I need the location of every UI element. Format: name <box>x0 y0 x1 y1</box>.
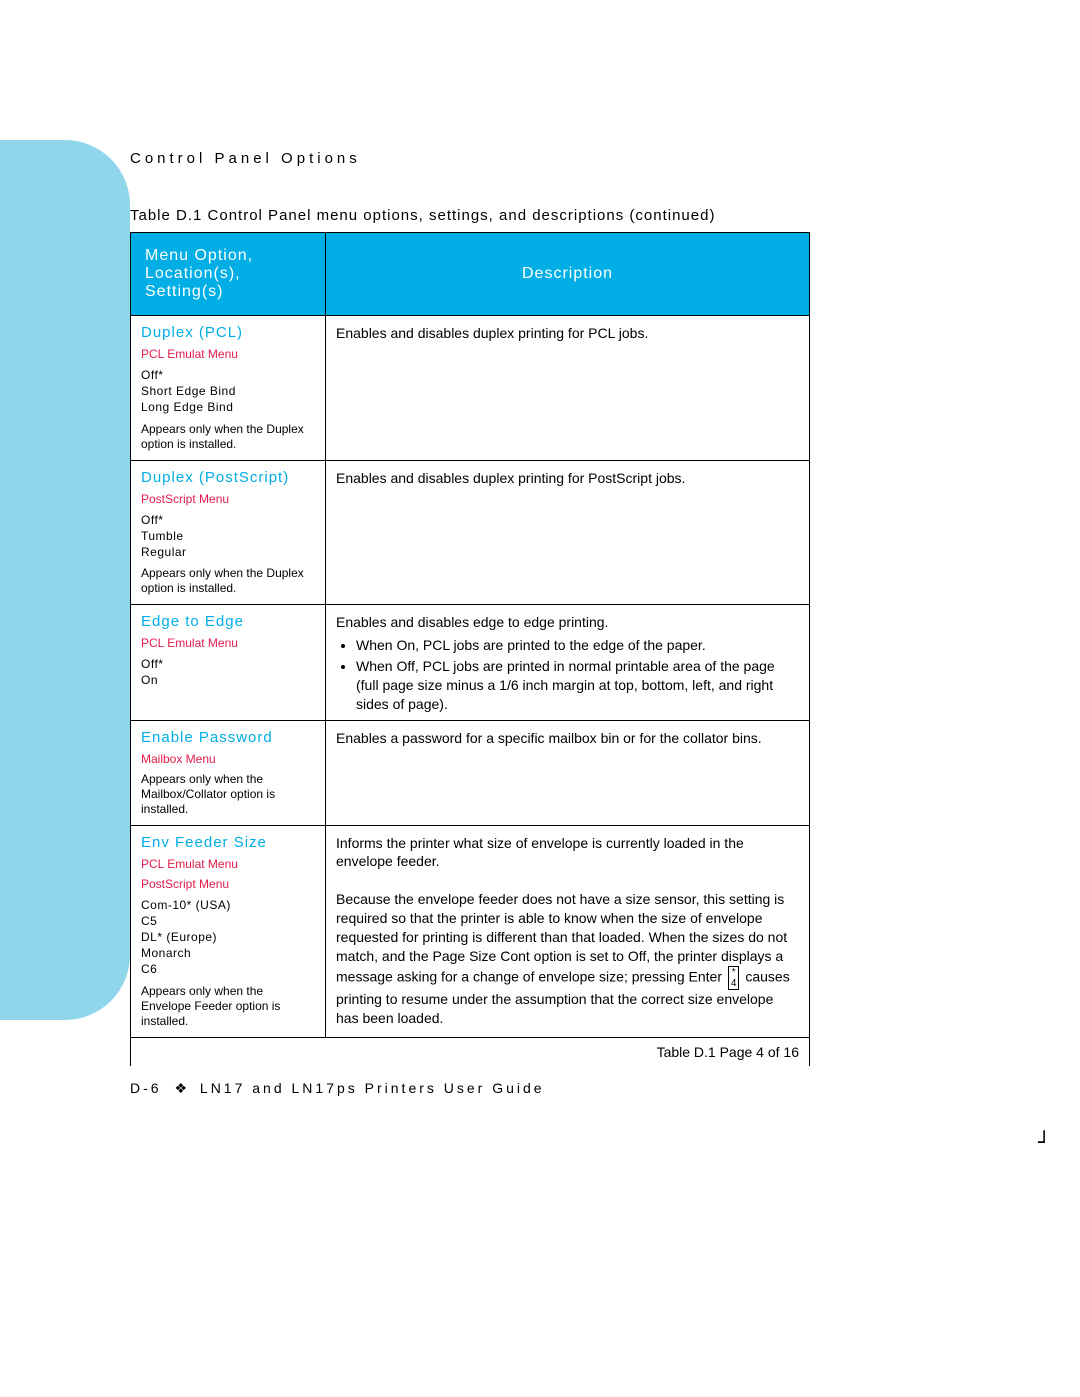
col-head-description: Description <box>326 233 810 316</box>
option-note: Appears only when the Envelope Feeder op… <box>141 984 315 1029</box>
option-note: Appears only when the Mailbox/Collator o… <box>141 772 315 817</box>
table-row: Duplex (PostScript) PostScript Menu Off*… <box>131 460 810 605</box>
option-description: Enables a password for a specific mailbo… <box>326 720 810 825</box>
option-settings: Off* Tumble Regular <box>141 512 315 561</box>
options-table: Menu Option, Location(s), Setting(s) Des… <box>130 232 810 1066</box>
option-settings: Off* On <box>141 656 315 688</box>
table-page-indicator: Table D.1 Page 4 of 16 <box>131 1037 810 1066</box>
option-title: Env Feeder Size <box>141 834 315 851</box>
guide-title: LN17 and LN17ps Printers User Guide <box>200 1080 545 1096</box>
option-description: Enables and disables edge to edge printi… <box>326 605 810 720</box>
option-title: Enable Password <box>141 729 315 746</box>
option-description: Enables and disables duplex printing for… <box>326 316 810 461</box>
menu-location: Mailbox Menu <box>141 752 315 766</box>
page-number: D-6 <box>130 1080 162 1096</box>
option-note: Appears only when the Duplex option is i… <box>141 566 315 596</box>
menu-location: PCL Emulat Menu <box>141 636 315 650</box>
crop-mark-icon: ┘ <box>1038 1130 1050 1154</box>
option-settings: Off* Short Edge Bind Long Edge Bind <box>141 367 315 416</box>
table-caption: Table D.1 Control Panel menu options, se… <box>130 207 950 224</box>
table-row: Enable Password Mailbox Menu Appears onl… <box>131 720 810 825</box>
option-description: Enables and disables duplex printing for… <box>326 460 810 605</box>
table-foot: Table D.1 Page 4 of 16 <box>131 1037 810 1066</box>
table-row: Edge to Edge PCL Emulat Menu Off* On Ena… <box>131 605 810 720</box>
option-settings: Com-10* (USA) C5 DL* (Europe) Monarch C6 <box>141 897 315 978</box>
bullet-icon: ❖ <box>168 1080 193 1096</box>
col-head-option: Menu Option, Location(s), Setting(s) <box>131 233 326 316</box>
option-title: Duplex (PostScript) <box>141 469 315 486</box>
menu-location: PostScript Menu <box>141 877 315 891</box>
option-description: Informs the printer what size of envelop… <box>326 825 810 1037</box>
menu-location: PostScript Menu <box>141 492 315 506</box>
option-title: Edge to Edge <box>141 613 315 630</box>
section-header: Control Panel Options <box>130 150 950 167</box>
side-tab-graphic <box>0 140 130 1020</box>
menu-location: PCL Emulat Menu <box>141 857 315 871</box>
page-footer: D-6 ❖ LN17 and LN17ps Printers User Guid… <box>130 1080 545 1097</box>
menu-location: PCL Emulat Menu <box>141 347 315 361</box>
table-row: Duplex (PCL) PCL Emulat Menu Off* Short … <box>131 316 810 461</box>
table-row: Env Feeder Size PCL Emulat Menu PostScri… <box>131 825 810 1037</box>
option-title: Duplex (PCL) <box>141 324 315 341</box>
option-note: Appears only when the Duplex option is i… <box>141 422 315 452</box>
